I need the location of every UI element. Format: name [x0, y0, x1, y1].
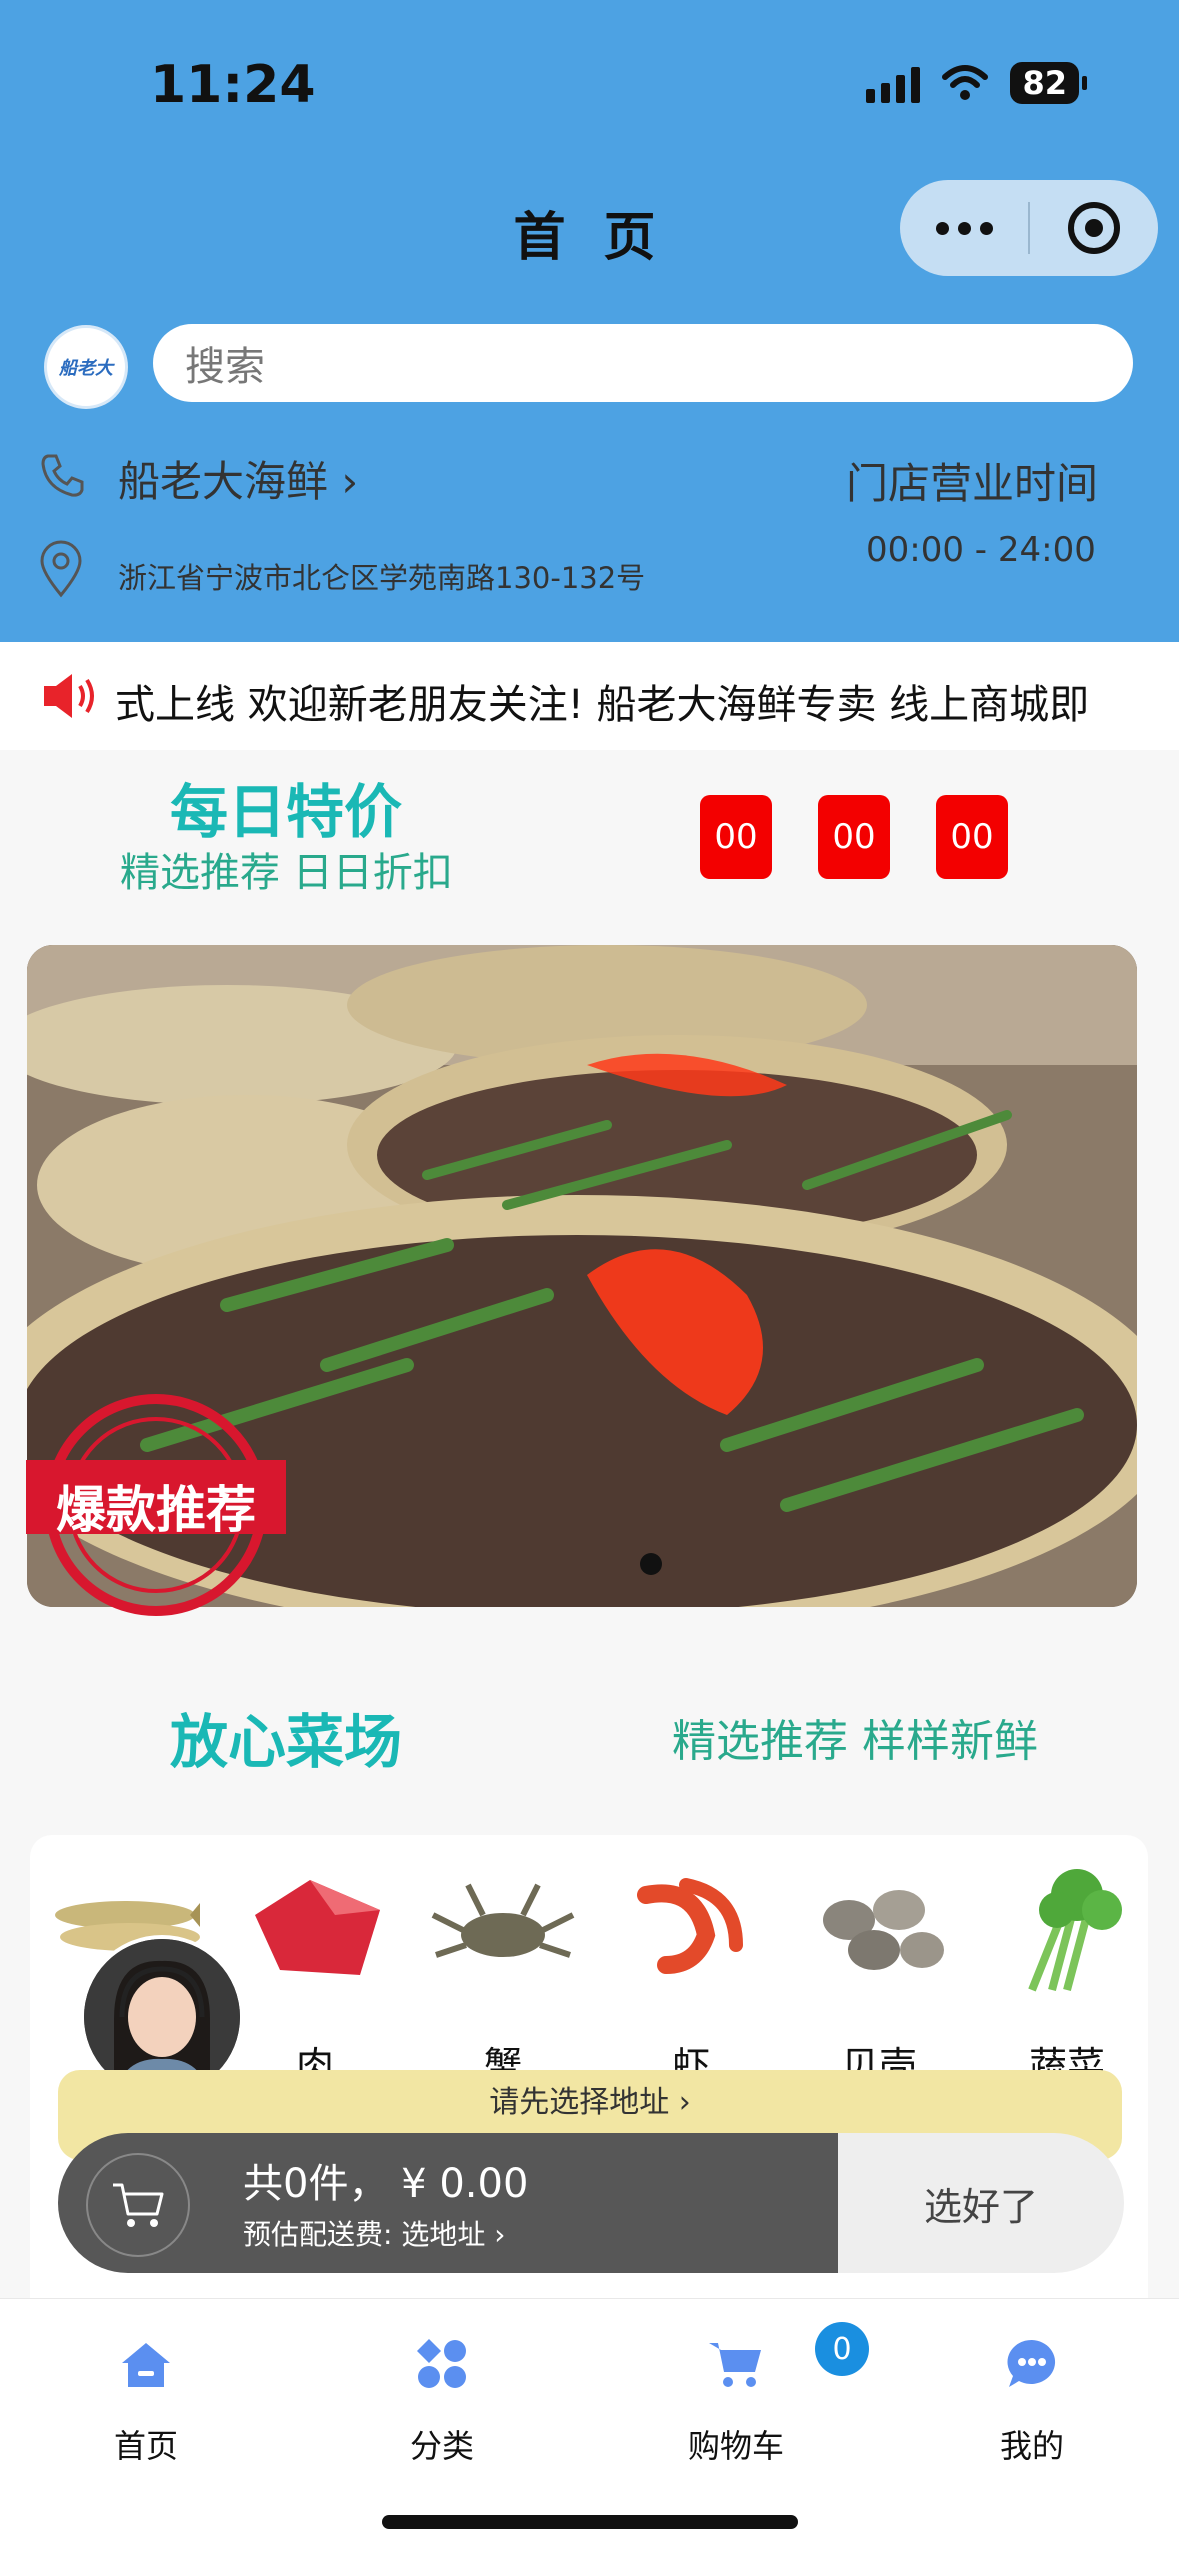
tab-category-label: 分类 — [409, 2427, 474, 2465]
signal-icon — [866, 63, 921, 103]
vegetables-image — [1028, 1869, 1122, 1992]
cart-count-badge: 0 — [815, 2322, 869, 2376]
daily-special-subtitle: 精选推荐 日日折扣 — [120, 850, 453, 896]
header: 11:24 82 首 页 船老大 搜索 船老大海鲜 › 门店营业时间 浙江省宁波… — [0, 0, 1179, 642]
store-address: 浙江省宁波市北仑区学苑南路130-132号 — [118, 561, 646, 595]
tab-cart[interactable]: 购物车 — [656, 2329, 816, 2467]
store-name-link[interactable]: 船老大海鲜 › — [118, 448, 358, 509]
mini-program-capsule — [900, 180, 1158, 276]
hot-product-badge-text: 爆款推荐 — [56, 1481, 256, 1539]
countdown-hours: 00 — [700, 795, 772, 879]
tab-mine[interactable]: 我的 — [952, 2329, 1112, 2467]
countdown-minutes: 00 — [818, 795, 890, 879]
wifi-icon — [942, 65, 989, 100]
home-icon — [122, 2343, 170, 2387]
store-logo: 船老大 — [44, 325, 128, 409]
tab-home-label: 首页 — [113, 2427, 178, 2465]
hours-label: 门店营业时间 — [846, 459, 1099, 508]
daily-special-title: 每日特价 — [170, 778, 403, 846]
hot-product-badge: 爆款推荐 — [26, 1390, 286, 1620]
speaker-icon — [44, 674, 94, 718]
location-pin-icon — [40, 540, 82, 598]
shopping-cart-icon[interactable] — [86, 2153, 190, 2257]
tab-mine-label: 我的 — [999, 2427, 1064, 2465]
tab-home[interactable]: 首页 — [66, 2329, 226, 2467]
tab-category[interactable]: 分类 — [362, 2329, 522, 2467]
battery-indicator: 82 — [1010, 62, 1087, 104]
cart-icon — [709, 2343, 761, 2387]
carousel-indicator[interactable] — [640, 1553, 662, 1575]
chat-bubble-icon — [1007, 2339, 1056, 2387]
phone-icon[interactable] — [38, 450, 88, 500]
ticker-text: 式上线 欢迎新老朋友关注! 船老大海鲜专卖 线上商城即 — [115, 682, 1090, 728]
cart-total: 共0件， ¥ 0.00 — [243, 2161, 529, 2207]
meat-image — [255, 1880, 380, 1975]
business-hours: 00:00 - 24:00 — [866, 530, 1096, 570]
shrimp-image — [637, 1878, 743, 1974]
market-title: 放心菜场 — [170, 1708, 403, 1776]
cart-bar: 共0件， ¥ 0.00 预估配送费: 选地址 › 选好了 — [58, 2133, 1124, 2273]
delivery-fee-link[interactable]: 预估配送费: 选地址 › — [243, 2213, 505, 2253]
countdown-seconds: 00 — [936, 795, 1008, 879]
cart-summary[interactable]: 共0件， ¥ 0.00 预估配送费: 选地址 › — [58, 2133, 838, 2273]
status-time: 11:24 — [150, 55, 316, 115]
tab-cart-label: 购物车 — [687, 2427, 784, 2465]
checkout-button[interactable]: 选好了 — [838, 2133, 1124, 2273]
shellfish-image — [823, 1890, 944, 1970]
crab-image — [431, 1883, 575, 1958]
announcement-ticker: 式上线 欢迎新老朋友关注! 船老大海鲜专卖 线上商城即 — [0, 642, 1179, 750]
close-mini-program-button[interactable] — [1030, 202, 1158, 254]
market-subtitle: 精选推荐 样样新鲜 — [672, 1716, 1038, 1767]
home-indicator[interactable] — [382, 2515, 798, 2529]
category-grid-icon — [417, 2339, 466, 2388]
more-icon[interactable] — [900, 221, 1028, 235]
target-icon — [1068, 202, 1120, 254]
status-icons: 82 — [866, 62, 1087, 104]
search-input[interactable]: 搜索 — [153, 324, 1133, 402]
